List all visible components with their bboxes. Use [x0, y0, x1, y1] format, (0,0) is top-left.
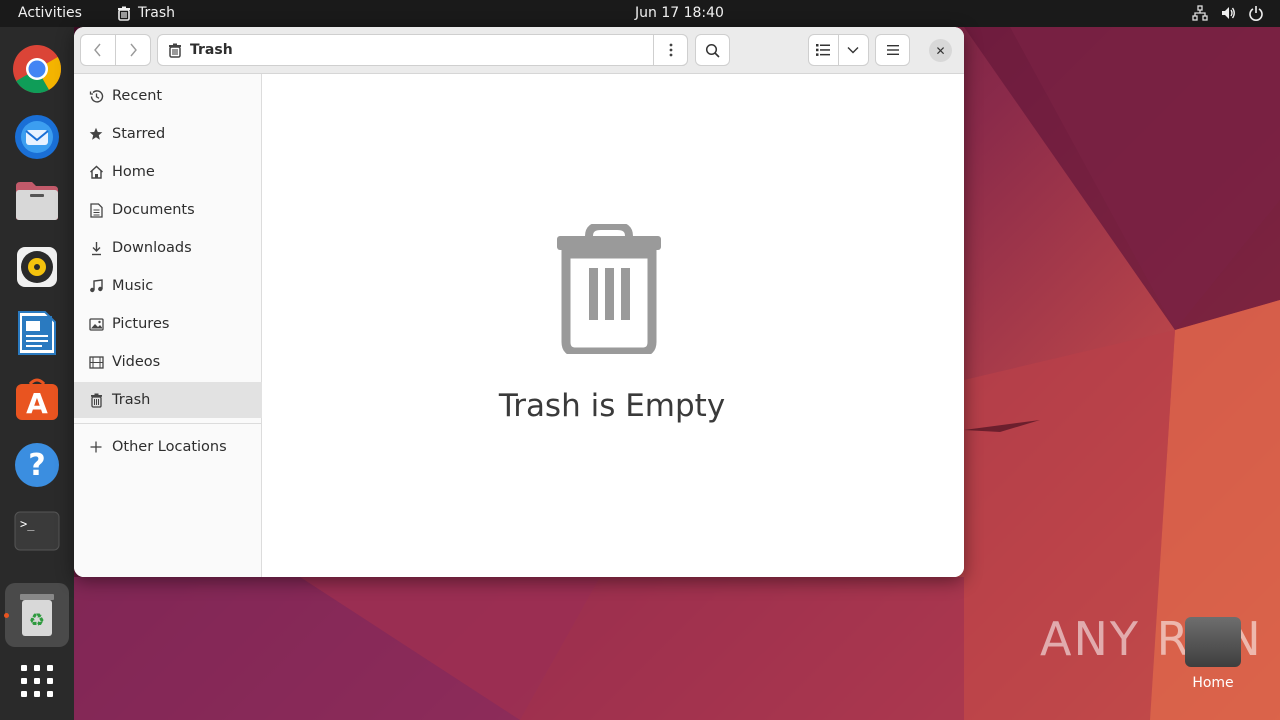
- sidebar-item-music[interactable]: Music: [74, 268, 262, 304]
- header-bar: Trash ✕: [74, 27, 964, 74]
- home-icon: [88, 164, 104, 180]
- sidebar-item-label: Other Locations: [112, 439, 227, 455]
- view-dropdown-button[interactable]: [839, 35, 868, 65]
- svg-text:?: ?: [28, 448, 45, 483]
- power-icon: [1249, 6, 1263, 21]
- sidebar-item-label: Trash: [112, 392, 151, 408]
- hamburger-menu-icon: [886, 45, 899, 55]
- search-button[interactable]: [695, 34, 730, 66]
- document-icon: [88, 202, 104, 218]
- star-icon: [88, 126, 104, 142]
- sidebar-item-label: Pictures: [112, 316, 170, 332]
- file-manager-window: Trash ✕ Recent Starred Home Documents Do…: [74, 27, 964, 577]
- sidebar-item-label: Music: [112, 278, 154, 294]
- download-icon: [88, 240, 104, 256]
- trash-dock-icon[interactable]: ♻: [5, 583, 69, 647]
- sidebar-item-other-locations[interactable]: Other Locations: [74, 429, 262, 465]
- sidebar-item-label: Downloads: [112, 240, 192, 256]
- desktop-home-label: Home: [1192, 675, 1234, 691]
- chevron-down-icon: [847, 47, 859, 54]
- vertical-dots-icon: [669, 43, 672, 57]
- path-bar[interactable]: Trash: [157, 34, 688, 66]
- trash-icon: [118, 6, 130, 21]
- help-icon[interactable]: ?: [5, 433, 69, 497]
- system-tray[interactable]: [1192, 5, 1264, 21]
- plus-icon: [88, 439, 104, 455]
- clock[interactable]: Jun 17 18:40: [635, 5, 724, 21]
- libreoffice-writer-icon[interactable]: [5, 301, 69, 365]
- home-folder-icon: [1185, 617, 1241, 667]
- sidebar-item-home[interactable]: Home: [74, 154, 262, 190]
- network-icon: [1192, 5, 1208, 21]
- app-center-icon[interactable]: A: [5, 367, 69, 431]
- music-icon: [88, 278, 104, 294]
- empty-trash-icon: [557, 224, 661, 354]
- trash-icon: [169, 43, 181, 58]
- list-view-button[interactable]: [809, 35, 839, 65]
- navigation-buttons: [80, 34, 151, 66]
- picture-icon: [88, 316, 104, 332]
- svg-text:♻: ♻: [29, 610, 45, 631]
- sidebar-item-documents[interactable]: Documents: [74, 192, 262, 228]
- app-menu-label: Trash: [138, 5, 175, 21]
- top-bar: Activities Trash Jun 17 18:40: [0, 0, 1280, 27]
- files-icon[interactable]: [5, 169, 69, 233]
- file-view[interactable]: Trash is Empty: [263, 74, 964, 577]
- sidebar-item-label: Starred: [112, 126, 166, 142]
- sidebar-item-trash[interactable]: Trash: [74, 382, 262, 418]
- chrome-icon[interactable]: [5, 37, 69, 101]
- sidebar-item-starred[interactable]: Starred: [74, 116, 262, 152]
- volume-icon: [1222, 7, 1235, 19]
- svg-text:>_: >_: [20, 517, 35, 531]
- path-menu-button[interactable]: [653, 34, 688, 66]
- sidebar: Recent Starred Home Documents Downloads: [74, 74, 262, 577]
- search-icon: [705, 43, 720, 58]
- dock: A ? >_ ♻: [0, 27, 74, 720]
- chevron-left-icon: [93, 43, 101, 57]
- sidebar-divider: [74, 423, 262, 424]
- running-indicator: [4, 613, 9, 618]
- sidebar-item-videos[interactable]: Videos: [74, 344, 262, 380]
- empty-state-title: Trash is Empty: [498, 388, 726, 424]
- svg-text:A: A: [26, 387, 48, 420]
- terminal-icon[interactable]: >_: [5, 499, 69, 563]
- close-icon: ✕: [935, 43, 946, 58]
- close-button[interactable]: ✕: [929, 39, 952, 62]
- sidebar-item-label: Home: [112, 164, 155, 180]
- sidebar-item-downloads[interactable]: Downloads: [74, 230, 262, 266]
- sidebar-item-label: Documents: [112, 202, 195, 218]
- main-menu-button[interactable]: [875, 34, 910, 66]
- show-apps-icon[interactable]: [5, 649, 69, 713]
- back-button[interactable]: [81, 35, 116, 65]
- sidebar-item-pictures[interactable]: Pictures: [74, 306, 262, 342]
- video-icon: [88, 354, 104, 370]
- view-options: [808, 34, 869, 66]
- desktop-home-folder[interactable]: Home: [1183, 617, 1243, 691]
- activities-button[interactable]: Activities: [18, 5, 82, 21]
- list-view-icon: [816, 44, 831, 56]
- sidebar-item-label: Recent: [112, 88, 163, 104]
- chevron-right-icon: [130, 43, 137, 57]
- path-segment-trash[interactable]: Trash: [190, 42, 233, 58]
- sidebar-item-recent[interactable]: Recent: [74, 78, 262, 114]
- forward-button[interactable]: [116, 35, 151, 65]
- sidebar-item-label: Videos: [112, 354, 161, 370]
- thunderbird-icon[interactable]: [5, 103, 69, 167]
- app-menu[interactable]: Trash: [117, 5, 175, 21]
- rhythmbox-icon[interactable]: [5, 235, 69, 299]
- clock-icon: [88, 88, 104, 104]
- trash-icon: [88, 392, 104, 408]
